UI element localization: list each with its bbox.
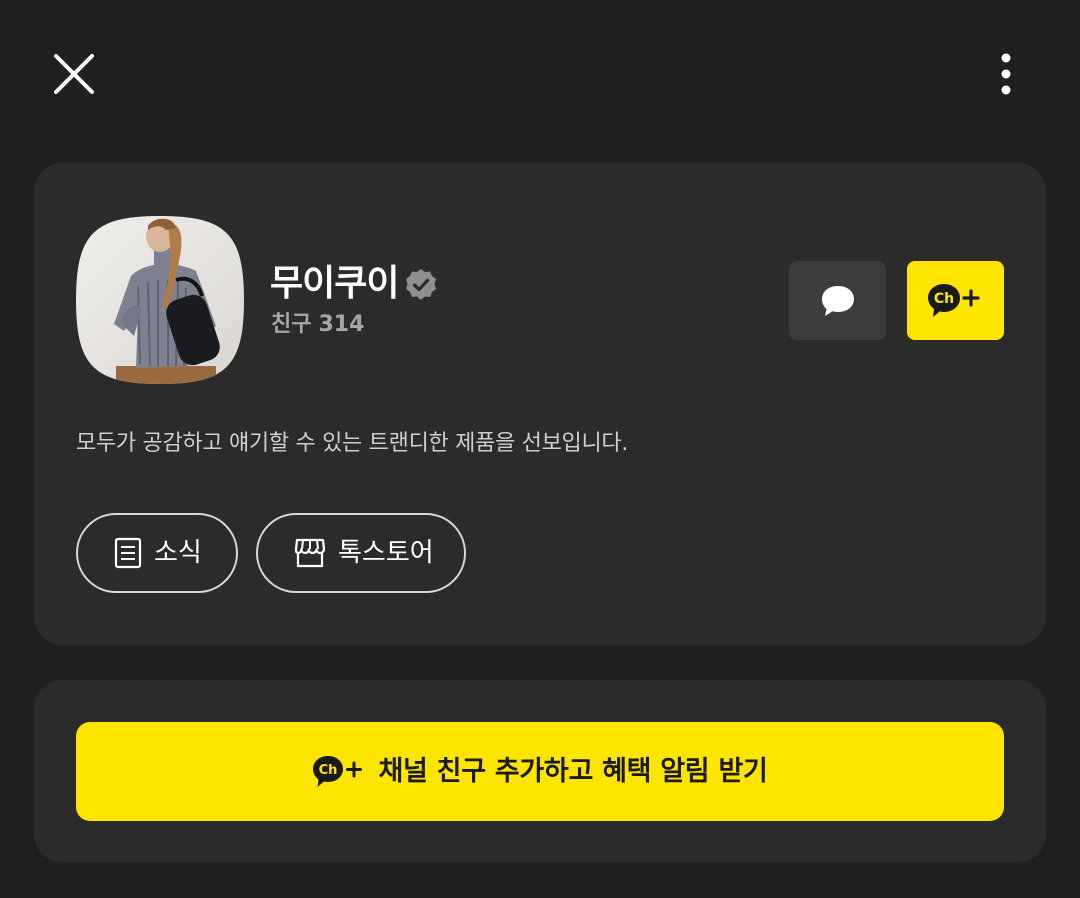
friends-count-row: 친구 314 bbox=[271, 310, 364, 340]
profile-avatar[interactable] bbox=[76, 216, 244, 384]
chat-bubble-icon bbox=[821, 285, 854, 316]
verified-badge-icon bbox=[406, 269, 437, 300]
news-link-label: 소식 bbox=[154, 538, 202, 568]
svg-text:Ch: Ch bbox=[319, 763, 338, 778]
document-icon bbox=[114, 537, 142, 569]
close-button[interactable] bbox=[52, 52, 96, 96]
talk-store-link-label: 톡스토어 bbox=[338, 538, 434, 568]
more-options-button[interactable] bbox=[990, 50, 1022, 98]
friends-count: 314 bbox=[318, 312, 365, 337]
chat-button[interactable] bbox=[789, 261, 886, 340]
friends-label: 친구 bbox=[271, 312, 312, 337]
svg-text:Ch: Ch bbox=[933, 291, 953, 307]
add-channel-friend-button[interactable]: Ch 채널 친구 추가하고 혜택 알림 받기 bbox=[76, 722, 1004, 821]
close-icon bbox=[54, 54, 94, 94]
more-vertical-icon bbox=[1001, 53, 1011, 95]
channel-add-icon: Ch bbox=[927, 283, 980, 317]
profile-name: 무이쿠이 bbox=[270, 263, 399, 304]
news-link-button[interactable]: 소식 bbox=[76, 513, 238, 593]
add-channel-friend-label: 채널 친구 추가하고 혜택 알림 받기 bbox=[378, 755, 768, 787]
talk-store-link-button[interactable]: 톡스토어 bbox=[256, 513, 466, 593]
channel-add-icon: Ch bbox=[313, 755, 363, 787]
channel-profile-page: 무이쿠이 친구 314 Ch 모두가 공감하고 얘기할 수 있는 트랜디한 제품… bbox=[0, 0, 1080, 898]
store-icon bbox=[294, 538, 326, 568]
channel-add-button[interactable]: Ch bbox=[907, 261, 1004, 340]
profile-description: 모두가 공감하고 얘기할 수 있는 트랜디한 제품을 선보입니다. bbox=[76, 431, 629, 456]
profile-name-row: 무이쿠이 bbox=[270, 262, 438, 306]
